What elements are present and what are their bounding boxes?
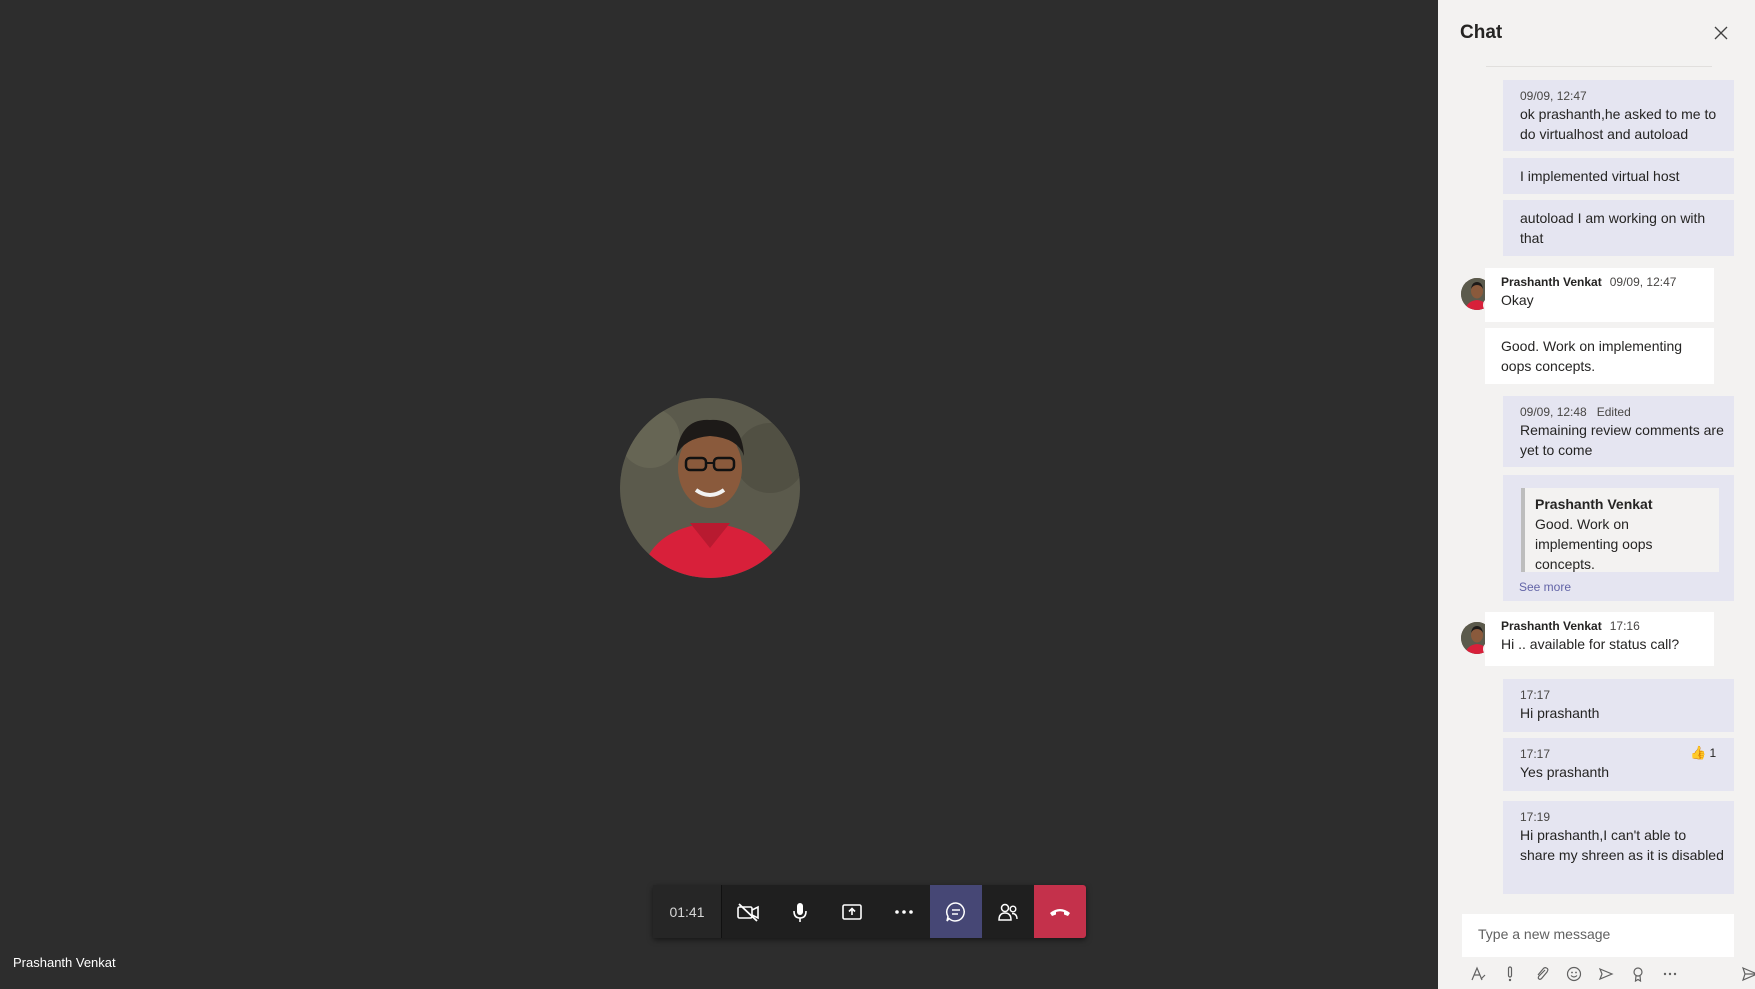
hang-up-button[interactable] xyxy=(1034,885,1086,938)
show-chat-button[interactable] xyxy=(930,885,982,938)
send-button[interactable] xyxy=(1734,962,1755,986)
chat-message[interactable]: Good. Work on implementing oops concepts… xyxy=(1485,328,1714,384)
message-compose-input[interactable]: Type a new message xyxy=(1462,914,1734,957)
camera-off-icon xyxy=(737,902,759,922)
quote-text: Good. Work on implementing oops concepts… xyxy=(1535,516,1653,572)
format-icon xyxy=(1471,966,1486,981)
message-text: I implemented virtual host xyxy=(1520,168,1680,184)
chat-message[interactable]: 17:19 Hi prashanth,I can't able to share… xyxy=(1503,801,1734,894)
chat-message[interactable]: 09/09, 12:48 Edited Remaining review comm… xyxy=(1503,396,1734,467)
chat-message[interactable]: Prashanth Venkat 17:16 Hi .. available fo… xyxy=(1485,612,1714,666)
message-timestamp: 09/09, 12:48 xyxy=(1520,405,1587,419)
chat-panel: Chat 09/09, 12:47 ok prashanth,he asked … xyxy=(1438,0,1755,989)
message-text: ok prashanth,he asked to me to do virtua… xyxy=(1520,106,1717,142)
share-screen-button[interactable] xyxy=(826,885,878,938)
compose-toolbar xyxy=(1462,962,1755,986)
more-options-icon xyxy=(895,909,913,914)
quote-sender: Prashanth Venkat xyxy=(1535,496,1653,512)
praise-icon xyxy=(1633,967,1643,982)
message-text: Good. Work on implementing oops concepts… xyxy=(1501,338,1683,374)
message-timestamp: 17:17 xyxy=(1520,688,1551,702)
thumbs-up-icon: 👍 xyxy=(1690,745,1707,760)
praise-button[interactable] xyxy=(1622,962,1654,986)
emoji-icon xyxy=(1566,966,1582,982)
camera-toggle-button[interactable] xyxy=(722,885,774,938)
close-icon xyxy=(1714,26,1728,40)
call-stage: Prashanth Venkat 01:41 xyxy=(0,0,1438,989)
caller-name-label: Prashanth Venkat xyxy=(13,955,116,970)
emoji-button[interactable] xyxy=(1558,962,1590,986)
chat-message[interactable]: autoload I am working on with that xyxy=(1503,200,1734,256)
message-timestamp: 17:16 xyxy=(1609,619,1640,633)
attach-button[interactable] xyxy=(1526,962,1558,986)
important-icon xyxy=(1507,966,1513,982)
like-reaction[interactable]: 👍 1 xyxy=(1690,745,1716,761)
edited-label: Edited xyxy=(1596,405,1631,419)
chat-message[interactable]: Prashanth Venkat 09/09, 12:47 Okay xyxy=(1485,268,1714,322)
participants-icon xyxy=(998,903,1018,921)
message-text: Okay xyxy=(1501,292,1534,308)
message-text: autoload I am working on with that xyxy=(1520,210,1706,246)
message-text: Remaining review comments are yet to com… xyxy=(1520,422,1724,458)
format-button[interactable] xyxy=(1462,962,1494,986)
call-timer: 01:41 xyxy=(653,885,722,938)
hang-up-icon xyxy=(1050,908,1070,916)
chat-message[interactable]: I implemented virtual host xyxy=(1503,158,1734,194)
message-text: Hi prashanth xyxy=(1520,705,1600,721)
message-text: Yes prashanth xyxy=(1520,764,1609,780)
message-sender: Prashanth Venkat xyxy=(1501,619,1602,633)
close-chat-button[interactable] xyxy=(1712,24,1730,42)
chat-message[interactable]: 17:17 Hi prashanth xyxy=(1503,679,1734,732)
more-options-button[interactable] xyxy=(878,885,930,938)
attach-icon xyxy=(1537,967,1549,980)
see-more-link[interactable]: See more xyxy=(1519,580,1571,594)
show-participants-button[interactable] xyxy=(982,885,1034,938)
message-timestamp: 09/09, 12:47 xyxy=(1520,89,1587,103)
chat-title: Chat xyxy=(1460,22,1503,43)
header-divider xyxy=(1486,66,1712,67)
share-screen-icon xyxy=(842,903,862,920)
important-button[interactable] xyxy=(1494,962,1526,986)
call-controls-bar: 01:41 xyxy=(653,885,1086,938)
message-timestamp: 09/09, 12:47 xyxy=(1609,275,1677,289)
reaction-count: 1 xyxy=(1709,746,1717,760)
message-timestamp: 17:19 xyxy=(1520,810,1551,824)
send-icon xyxy=(1742,966,1755,982)
more-icon xyxy=(1663,972,1677,976)
message-text: Hi prashanth,I can't able to share my sh… xyxy=(1520,827,1724,863)
chat-icon xyxy=(946,901,965,922)
giphy-button[interactable] xyxy=(1590,962,1622,986)
caller-avatar xyxy=(620,398,800,578)
chat-message[interactable]: 09/09, 12:47 ok prashanth,he asked to me… xyxy=(1503,80,1734,151)
chat-header: Chat xyxy=(1438,0,1755,66)
message-text: Hi .. available for status call? xyxy=(1501,636,1680,652)
more-compose-options-button[interactable] xyxy=(1654,962,1686,986)
giphy-icon xyxy=(1598,967,1614,981)
message-sender: Prashanth Venkat xyxy=(1501,275,1602,289)
microphone-toggle-button[interactable] xyxy=(774,885,826,938)
microphone-icon xyxy=(793,902,807,922)
quoted-message: Prashanth Venkat Good. Work on implement… xyxy=(1521,488,1719,572)
